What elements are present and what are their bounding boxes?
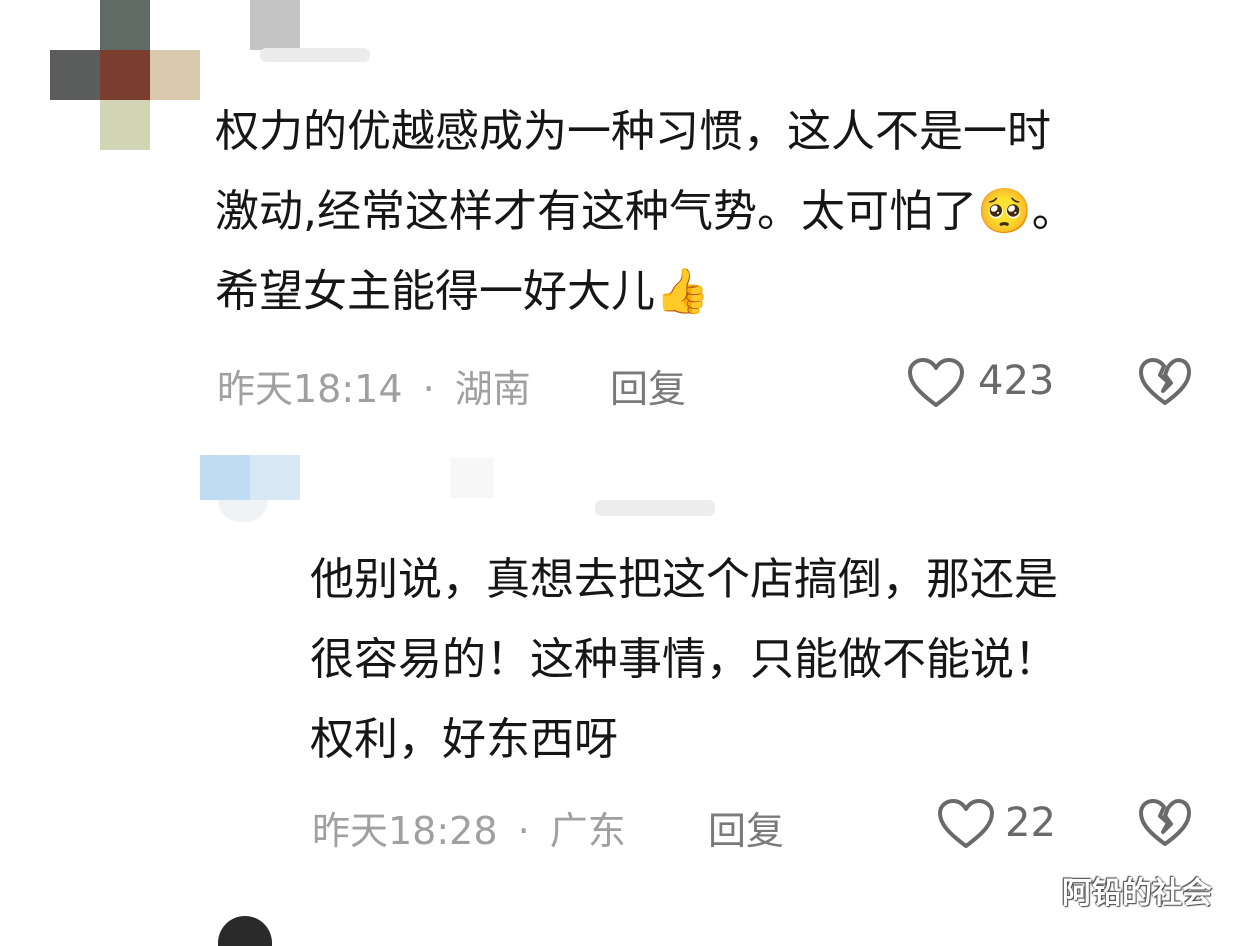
comment-time: 昨天18:28	[312, 809, 498, 853]
comment-body: 他别说，真想去把这个店搞倒，那还是 很容易的！这种事情，只能做不能说！ 权利，好…	[310, 540, 1230, 780]
like-count: 423	[978, 358, 1055, 404]
avatar[interactable]	[200, 455, 300, 525]
heart-outline-icon[interactable]	[937, 798, 995, 850]
reply-button[interactable]: 回复	[610, 358, 686, 413]
comment-line: 权力的优越感成为一种习惯，这人不是一时	[215, 106, 1051, 157]
reply-button[interactable]: 回复	[708, 800, 784, 855]
pleading-face-emoji: 🥺	[977, 186, 1032, 237]
comment-location: 湖南	[454, 367, 531, 411]
username-blurred[interactable]	[260, 48, 370, 62]
comment-location: 广东	[549, 809, 626, 853]
comment-time: 昨天18:14	[217, 367, 403, 411]
comment-line: 他别说，真想去把这个店搞倒，那还是	[310, 554, 1058, 605]
comment-meta: 昨天18:28 · 广东	[312, 800, 626, 855]
like-count: 22	[1005, 800, 1056, 846]
meta-separator: ·	[517, 809, 530, 853]
broken-heart-icon[interactable]	[1138, 357, 1192, 407]
comment-line: 权利，好东西呀	[310, 714, 618, 765]
comment-line: 很容易的！这种事情，只能做不能说！	[310, 634, 1058, 685]
username-blurred[interactable]	[595, 500, 715, 516]
comment-line: 激动,经常这样才有这种气势。太可怕了🥺。	[215, 186, 1076, 237]
username-blurred[interactable]	[450, 458, 494, 498]
heart-outline-icon[interactable]	[907, 357, 965, 409]
broken-heart-icon[interactable]	[1138, 798, 1192, 848]
thumbs-up-emoji: 👍	[655, 266, 710, 317]
meta-separator: ·	[422, 367, 435, 411]
comment-meta: 昨天18:14 · 湖南	[217, 358, 531, 413]
watermark: 阿铅的社会	[1062, 876, 1212, 911]
avatar[interactable]	[218, 916, 272, 946]
comment-body: 权力的优越感成为一种习惯，这人不是一时 激动,经常这样才有这种气势。太可怕了🥺。…	[215, 92, 1225, 332]
comment-line: 希望女主能得一好大儿👍	[215, 266, 710, 317]
